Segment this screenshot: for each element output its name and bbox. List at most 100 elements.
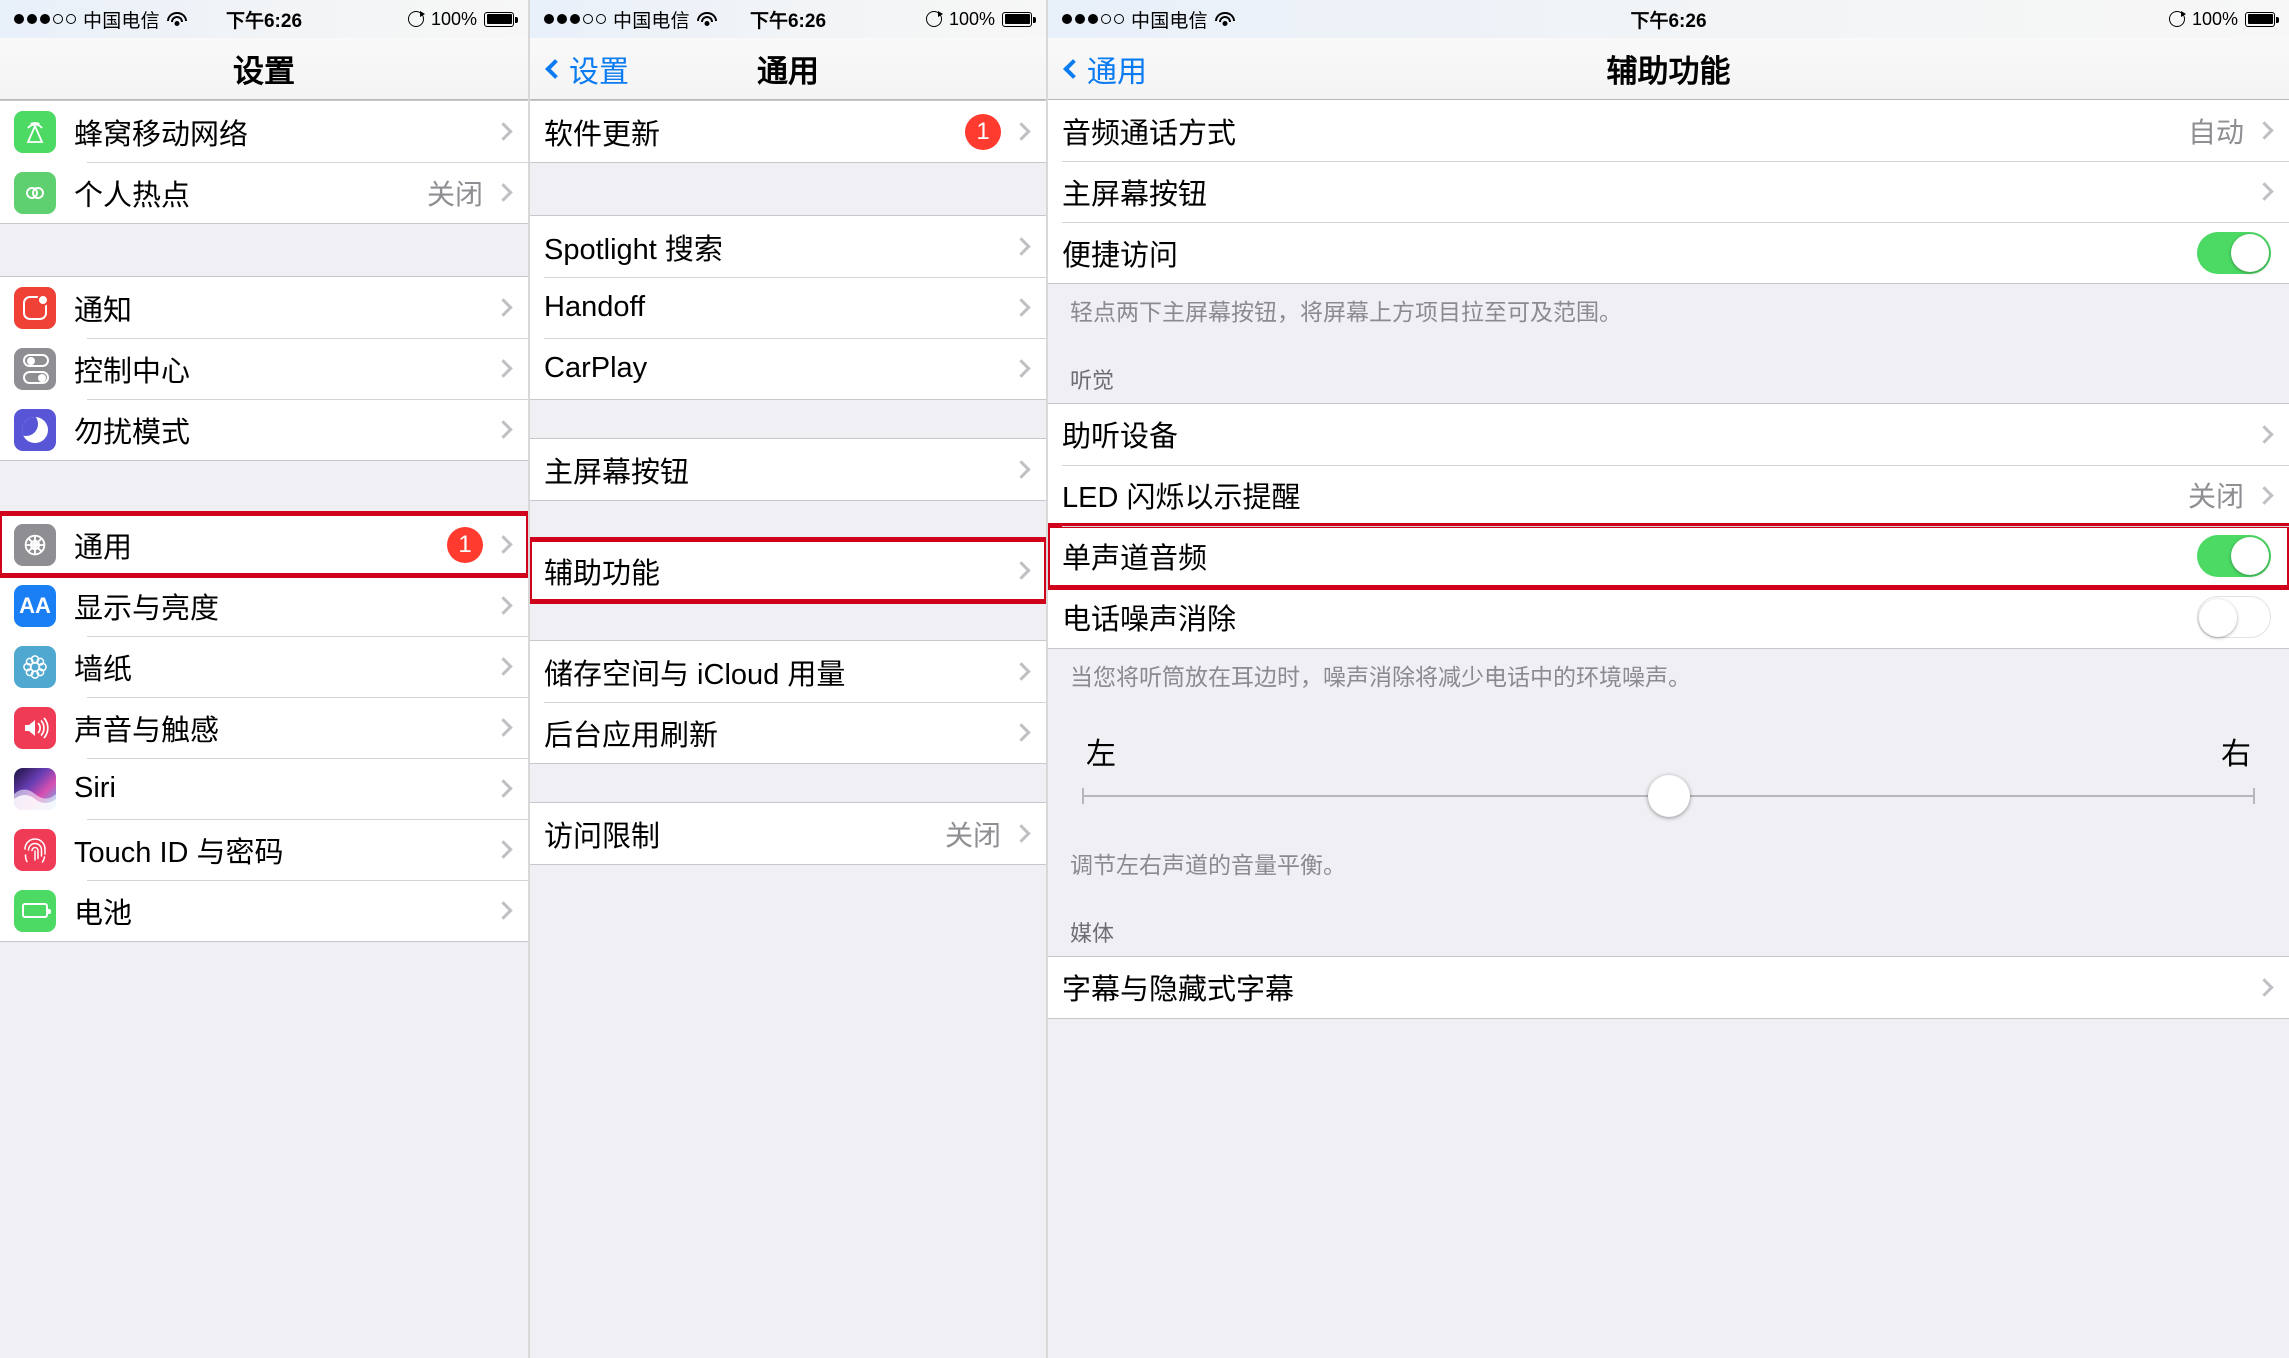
chevron-right-icon [1012,359,1031,378]
general-row-carplay[interactable]: CarPlay [530,338,1046,399]
row-label: 主屏幕按钮 [1062,178,1208,211]
general-group-update: 软件更新 1 [530,100,1046,163]
slider-cap-left [1082,788,1084,805]
group-gap [530,501,1046,539]
accessibility-scroll[interactable]: 音频通话方式 自动 主屏幕按钮 便捷访问 轻点两下主屏幕按钮，将屏幕上方项目拉至… [1048,100,2289,1358]
row-label: LED 闪烁以示提醒 [1062,482,1301,515]
reachability-toggle[interactable] [2197,231,2271,274]
settings-row-sounds[interactable]: 声音与触感 [0,697,528,758]
chevron-right-icon [494,657,513,676]
row-label: 蜂窝移动网络 [74,118,249,151]
status-bar-2: 中国电信 下午6:26 100% [530,0,1046,38]
accessibility-row-led-flash[interactable]: LED 闪烁以示提醒 关闭 [1048,464,2289,526]
general-row-home-button[interactable]: 主屏幕按钮 [530,439,1046,500]
chevron-right-icon [1012,662,1031,681]
wifi-icon [696,11,717,27]
nav-bar-1: 设置 [0,38,528,100]
row-label: Handoff [544,291,646,323]
accessibility-row-reachability[interactable]: 便捷访问 [1048,222,2289,283]
accessibility-group-media: 字幕与隐藏式字幕 [1048,955,2289,1019]
back-button-settings[interactable]: 设置 [544,47,629,91]
row-label: Siri [74,772,116,804]
row-label: 音频通话方式 [1062,117,1237,150]
settings-row-battery[interactable]: 电池 [0,880,528,941]
settings-row-siri[interactable]: Siri [0,758,528,819]
status-right-3: 100% [2168,9,2279,30]
back-button-general[interactable]: 通用 [1062,47,1147,91]
chevron-right-icon [2255,485,2274,505]
balance-slider[interactable] [1082,775,2255,818]
status-left-3: 中国电信 [1062,6,1235,33]
status-left-1: 中国电信 [14,6,187,33]
slider-cap-right [2253,788,2255,805]
accessibility-row-call-audio-routing[interactable]: 音频通话方式 自动 [1048,100,2289,161]
settings-row-cellular[interactable]: 蜂窝移动网络 [0,101,528,162]
group-gap [530,764,1046,802]
settings-scroll[interactable]: 蜂窝移动网络 个人热点 关闭 通知 控制中心 勿扰模式 通用 1 AA 显示与亮… [0,100,528,1358]
group-gap [0,461,528,513]
settings-row-notifications[interactable]: 通知 [0,277,528,338]
group-gap [0,224,528,276]
balance-right-label: 右 [2221,738,2251,772]
row-label: 通知 [74,294,133,327]
row-label: 储存空间与 iCloud 用量 [544,658,846,691]
group-gap [530,163,1046,215]
status-left-2: 中国电信 [544,6,717,33]
settings-row-wallpaper[interactable]: 墙纸 [0,636,528,697]
chevron-right-icon [494,840,513,859]
noise-cancellation-toggle[interactable] [2197,596,2271,639]
accessibility-row-home-button[interactable]: 主屏幕按钮 [1048,161,2289,222]
general-row-spotlight[interactable]: Spotlight 搜索 [530,216,1046,277]
row-label: 电话噪声消除 [1062,604,1237,637]
chevron-right-icon [494,535,513,554]
row-value: 关闭 [944,819,1001,851]
row-label: 控制中心 [74,355,191,388]
general-row-restrictions[interactable]: 访问限制 关闭 [530,803,1046,864]
chevron-right-icon [1012,122,1031,141]
settings-row-general[interactable]: 通用 1 [0,511,528,578]
row-label: 辅助功能 [544,557,661,590]
general-row-storage[interactable]: 储存空间与 iCloud 用量 [530,641,1046,702]
general-row-accessibility[interactable]: 辅助功能 [530,537,1046,604]
row-label: CarPlay [544,352,648,384]
accessibility-row-phone-noise-cancellation[interactable]: 电话噪声消除 [1048,586,2289,648]
accessibility-group-interaction: 音频通话方式 自动 主屏幕按钮 便捷访问 [1048,100,2289,284]
group-gap [530,602,1046,640]
row-value: 关闭 [426,178,483,210]
wifi-icon [1214,11,1235,27]
chevron-right-icon [2255,182,2274,201]
settings-group-notifications: 通知 控制中心 勿扰模式 [0,276,528,461]
settings-row-do-not-disturb[interactable]: 勿扰模式 [0,399,528,460]
slider-knob[interactable] [1647,775,1690,818]
wifi-icon [166,11,187,27]
group-gap [530,400,1046,438]
general-row-software-update[interactable]: 软件更新 1 [530,101,1046,162]
chevron-right-icon [494,359,513,378]
chevron-right-icon [1012,824,1031,843]
general-scroll[interactable]: 软件更新 1 Spotlight 搜索 Handoff CarPlay 主屏幕按… [530,100,1046,1358]
balance-left-label: 左 [1086,738,1116,772]
chevron-right-icon [2255,121,2274,140]
back-label: 通用 [1087,55,1147,89]
accessibility-row-mono-audio[interactable]: 单声道音频 [1048,522,2289,590]
noise-cancellation-note: 当您将听筒放在耳边时，噪声消除将减少电话中的环境噪声。 [1048,648,2289,710]
do-not-disturb-icon [14,408,56,451]
battery-icon-2 [1002,11,1036,27]
settings-row-touch-id[interactable]: Touch ID 与密码 [0,819,528,880]
settings-row-control-center[interactable]: 控制中心 [0,338,528,399]
chevron-right-icon [494,779,513,798]
signal-strength-icon [14,14,76,24]
chevron-right-icon [1012,460,1031,479]
accessibility-row-hearing-devices[interactable]: 助听设备 [1048,403,2289,465]
settings-row-display[interactable]: AA 显示与亮度 [0,575,528,636]
row-label: 勿扰模式 [74,416,191,449]
chevron-left-icon [545,58,565,79]
settings-row-hotspot[interactable]: 个人热点 关闭 [0,162,528,223]
general-row-handoff[interactable]: Handoff [530,277,1046,338]
mono-audio-toggle[interactable] [2197,535,2271,578]
general-row-background-refresh[interactable]: 后台应用刷新 [530,702,1046,763]
settings-group-system: 通用 1 AA 显示与亮度 墙纸 声音与触感 Siri Touch ID 与密码… [0,511,528,942]
general-group-accessibility: 辅助功能 [530,537,1046,604]
accessibility-row-subtitles[interactable]: 字幕与隐藏式字幕 [1048,956,2289,1018]
reachability-note: 轻点两下主屏幕按钮，将屏幕上方项目拉至可及范围。 [1048,284,2289,345]
